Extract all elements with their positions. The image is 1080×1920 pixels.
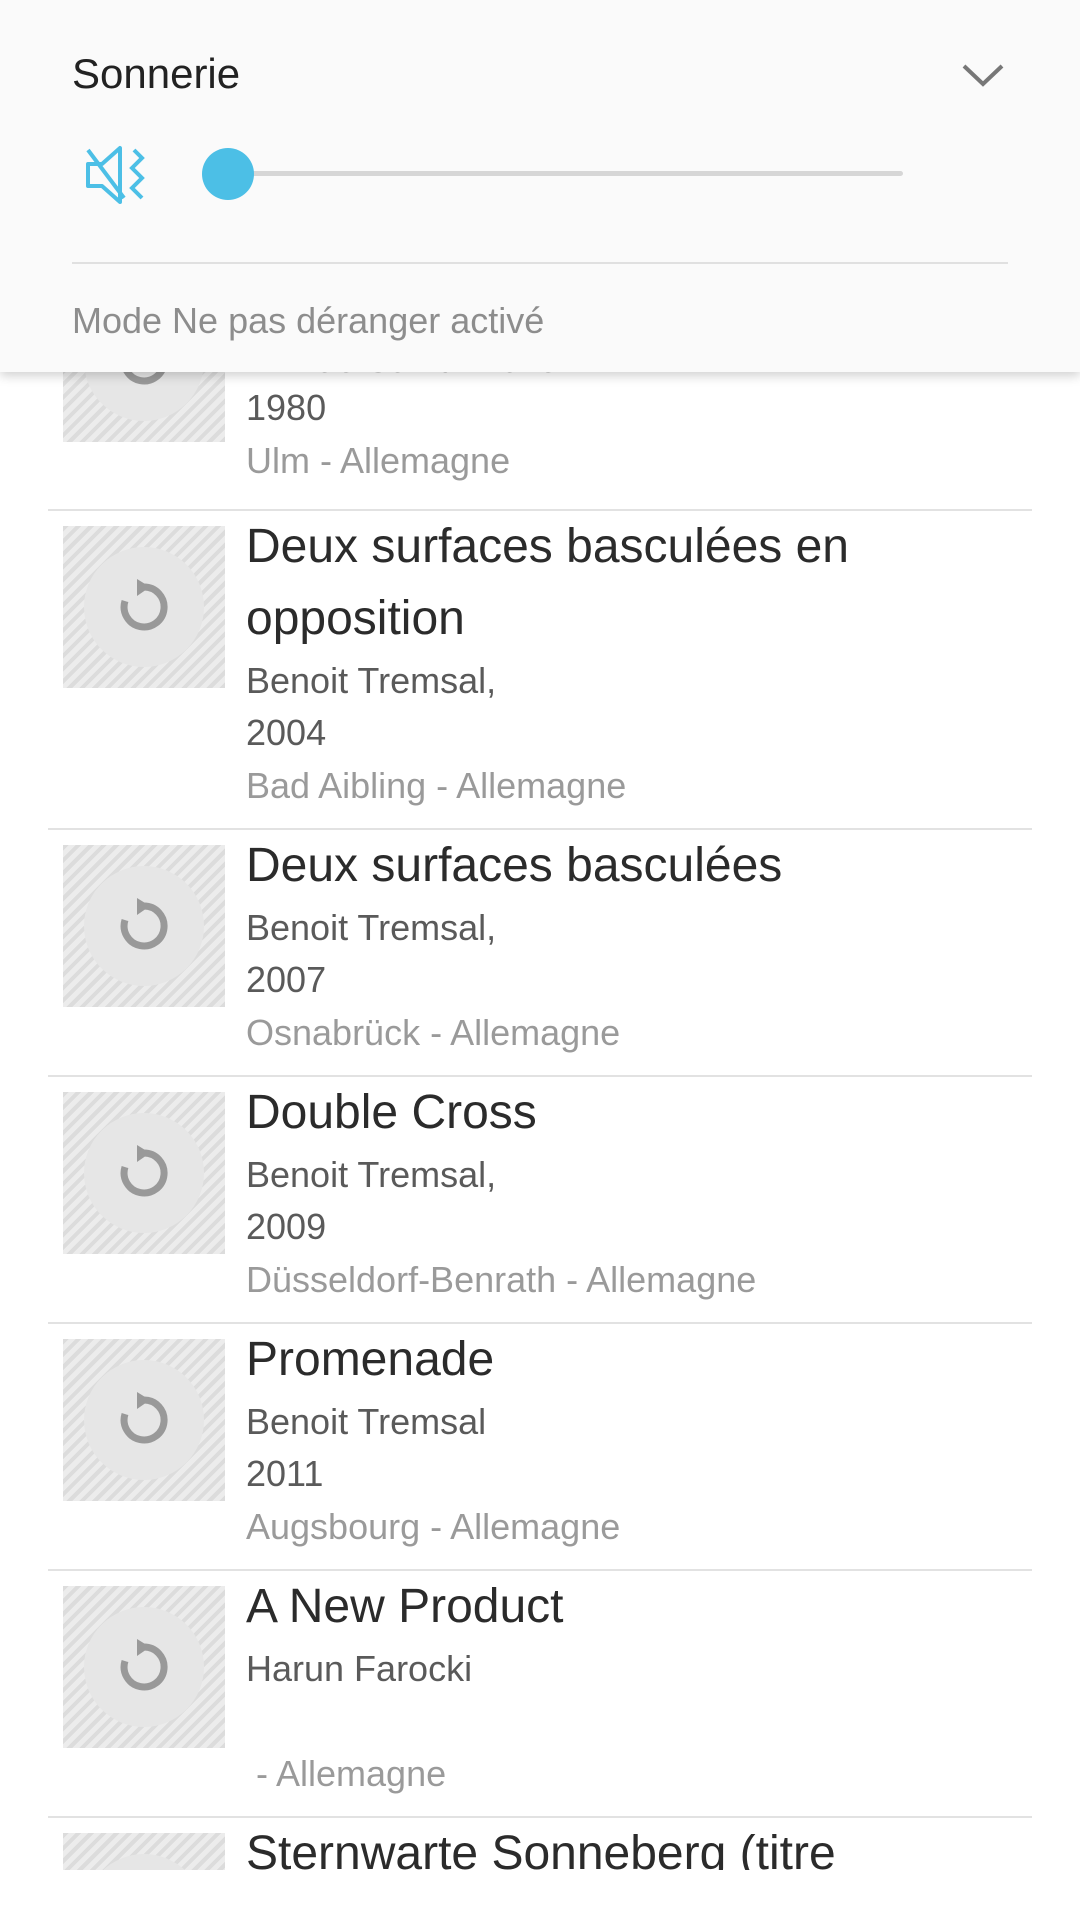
thumbnail-placeholder (63, 1339, 225, 1501)
thumbnail-placeholder (63, 1092, 225, 1254)
list-item-year: 1980 (246, 387, 327, 428)
list-item-title: A New Product (246, 1580, 564, 1633)
list-item-place: Düsseldorf-Benrath - Allemagne (246, 1259, 757, 1300)
reload-icon (120, 1639, 168, 1691)
volume-panel: Sonnerie Mode Ne pas déranger activé (0, 0, 1080, 372)
dnd-status-text: Mode Ne pas déranger activé (72, 300, 545, 341)
list-item-author: Benoit Tremsal, (246, 660, 497, 701)
list-item-year: 2011 (246, 1453, 324, 1494)
thumbnail-placeholder (63, 526, 225, 688)
list-item-place: Augsbourg - Allemagne (246, 1506, 621, 1547)
reload-icon (120, 1392, 168, 1444)
list-item[interactable]: Deux surfaces basculées Benoit Tremsal, … (48, 830, 1032, 1077)
list-item-author: Benoit Tremsal, (246, 907, 497, 948)
list-item-title: Double Cross (246, 1086, 537, 1139)
reload-icon (120, 898, 168, 950)
list-item[interactable]: Promenade Benoit Tremsal 2011 Augsbourg … (48, 1324, 1032, 1571)
list-item-author: Benoit Tremsal, (246, 1154, 497, 1195)
list-item-place: Ulm - Allemagne (246, 440, 511, 481)
volume-stream-title: Sonnerie (72, 50, 241, 97)
panel-divider (72, 262, 1008, 264)
volume-slider-track[interactable] (228, 171, 903, 176)
chevron-down-icon[interactable] (960, 60, 1006, 90)
list-item-title: Sternwarte Sonneberg (titre (246, 1827, 836, 1870)
volume-slider-thumb[interactable] (202, 148, 254, 200)
thumbnail-placeholder (63, 1586, 225, 1748)
list-item-place: Bad Aibling - Allemagne (246, 765, 627, 806)
list-item-author: Harun Farocki (246, 1648, 473, 1689)
thumbnail-placeholder (63, 845, 225, 1007)
list-item[interactable]: A New Product Harun Farocki - Allemagne (48, 1571, 1032, 1818)
list-item-title: Promenade (246, 1333, 495, 1386)
list-item-year: 2009 (246, 1206, 327, 1247)
list-item-title: opposition (246, 592, 465, 645)
list-item-year: 2004 (246, 712, 327, 753)
reload-icon (120, 579, 168, 631)
list-item-title: Deux surfaces basculées (246, 839, 783, 892)
list-item-author: Benoit Tremsal (246, 1401, 487, 1442)
list-item-title: Deux surfaces basculées en (246, 520, 849, 573)
list-item-place: Osnabrück - Allemagne (246, 1012, 621, 1053)
thumbnail-placeholder (63, 1833, 225, 1870)
speaker-muted-icon[interactable] (84, 140, 154, 210)
list-item-year (246, 1695, 1012, 1747)
list-item-year: 2007 (246, 959, 327, 1000)
list-item[interactable]: Double Cross Benoit Tremsal, 2009 Düssel… (48, 1077, 1032, 1324)
list-item[interactable]: Deux surfaces basculées en opposition Be… (48, 511, 1032, 830)
list-item[interactable]: Sternwarte Sonneberg (titre (48, 1818, 1032, 1870)
reload-icon (120, 1145, 168, 1197)
list-item-place: - Allemagne (246, 1753, 447, 1794)
